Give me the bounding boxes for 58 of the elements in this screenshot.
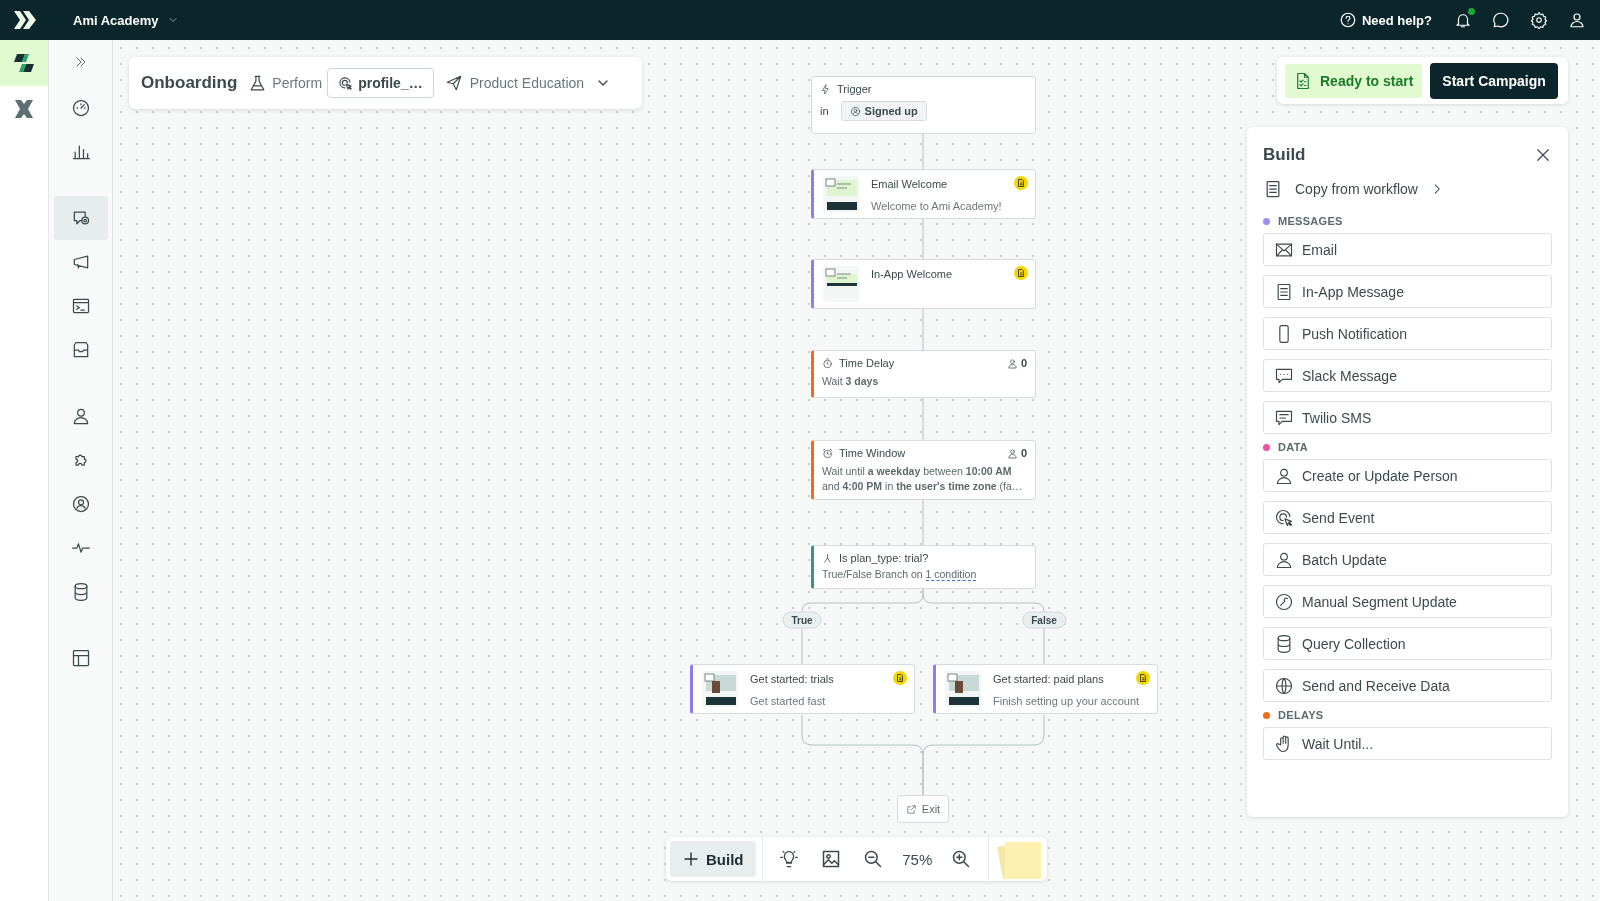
block-item[interactable]: Wait Until...	[1263, 727, 1552, 760]
node-description: Wait until a weekday between 10:00 AM	[822, 465, 1013, 477]
block-item[interactable]: Create or Update Person	[1263, 459, 1552, 492]
start-campaign-button[interactable]: Start Campaign	[1430, 62, 1558, 99]
person-count: 0	[1020, 357, 1027, 369]
node-title: Is plan_type: trial?	[839, 552, 929, 564]
zoom-level: 75%	[901, 850, 934, 868]
event-chip[interactable]: profile_…	[327, 68, 434, 98]
goal-label: Perform	[272, 75, 323, 91]
node-subtitle: Finish setting up your account	[993, 695, 1140, 707]
node-title: Time Delay	[839, 357, 895, 369]
node-title: Email Welcome	[871, 178, 949, 190]
node-subtitle: Welcome to Ami Academy!	[871, 200, 1002, 212]
help-link[interactable]: Need help?	[1338, 11, 1432, 29]
condition-link[interactable]: 1 condition	[925, 568, 977, 581]
message-node[interactable]: Email Welcome Welcome to Ami Academy!	[811, 169, 1036, 219]
panel-title: Build	[1263, 145, 1306, 165]
node-subtitle: Get started fast	[750, 695, 827, 707]
section-heading: DATA	[1278, 441, 1309, 453]
block-item[interactable]: Twilio SMS	[1263, 401, 1552, 434]
status-badge: Ready to start	[1285, 63, 1423, 98]
node-title: Time Window	[839, 447, 906, 459]
node-title: Get started: trials	[750, 673, 834, 685]
node-title: In-App Welcome	[871, 268, 953, 280]
block-item[interactable]: Manual Segment Update	[1263, 585, 1552, 618]
branch-node[interactable]: Is plan_type: trial? True/False Branch on 1 condition	[811, 545, 1036, 589]
branch-label: False	[1022, 611, 1066, 629]
message-node[interactable]: In-App Welcome	[811, 259, 1036, 309]
block-item[interactable]: Slack Message	[1263, 359, 1552, 392]
section-heading: MESSAGES	[1278, 215, 1343, 227]
trigger-node[interactable]: Trigger in Signed up	[811, 76, 1036, 134]
block-item[interactable]: Send and Receive Data	[1263, 669, 1552, 702]
section-heading: DELAYS	[1278, 709, 1324, 721]
workspace-name[interactable]: Ami Academy	[73, 12, 159, 28]
exit-node[interactable]: Exit	[897, 795, 949, 823]
copy-from-workflow-link[interactable]: Copy from workflow	[1263, 179, 1552, 199]
branch-label: True	[782, 611, 822, 629]
message-node[interactable]: Get started: trials Get started fast	[690, 664, 915, 714]
campaign-title[interactable]: Onboarding	[141, 73, 238, 93]
block-item[interactable]: Email	[1263, 233, 1552, 266]
node-title: Trigger	[837, 83, 872, 95]
block-item[interactable]: In-App Message	[1263, 275, 1552, 308]
block-item[interactable]: Push Notification	[1263, 317, 1552, 350]
delay-node[interactable]: Time Delay 0 Wait 3 days	[811, 350, 1036, 398]
build-button[interactable]: Build	[670, 841, 756, 877]
node-description: Wait 3 days	[822, 375, 880, 387]
block-item[interactable]: Batch Update	[1263, 543, 1552, 576]
node-description: and 4:00 PM in the user's time zone (fa…	[822, 480, 1024, 492]
node-title: Get started: paid plans	[993, 673, 1105, 685]
block-item[interactable]: Query Collection	[1263, 627, 1552, 660]
message-node[interactable]: Get started: paid plans Finish setting up your account	[933, 664, 1158, 714]
block-item[interactable]: Send Event	[1263, 501, 1552, 534]
trigger-prefix: in	[820, 105, 829, 117]
event-chip[interactable]: Signed up	[840, 101, 927, 121]
delay-node[interactable]: Time Window 0 Wait until a weekday between 10:00 AM and 4:00 PM in the user's time zone (fa…	[811, 440, 1036, 500]
node-description: True/False Branch on	[822, 568, 923, 580]
person-count: 0	[1020, 447, 1027, 459]
category-label: Product Education	[469, 75, 585, 91]
